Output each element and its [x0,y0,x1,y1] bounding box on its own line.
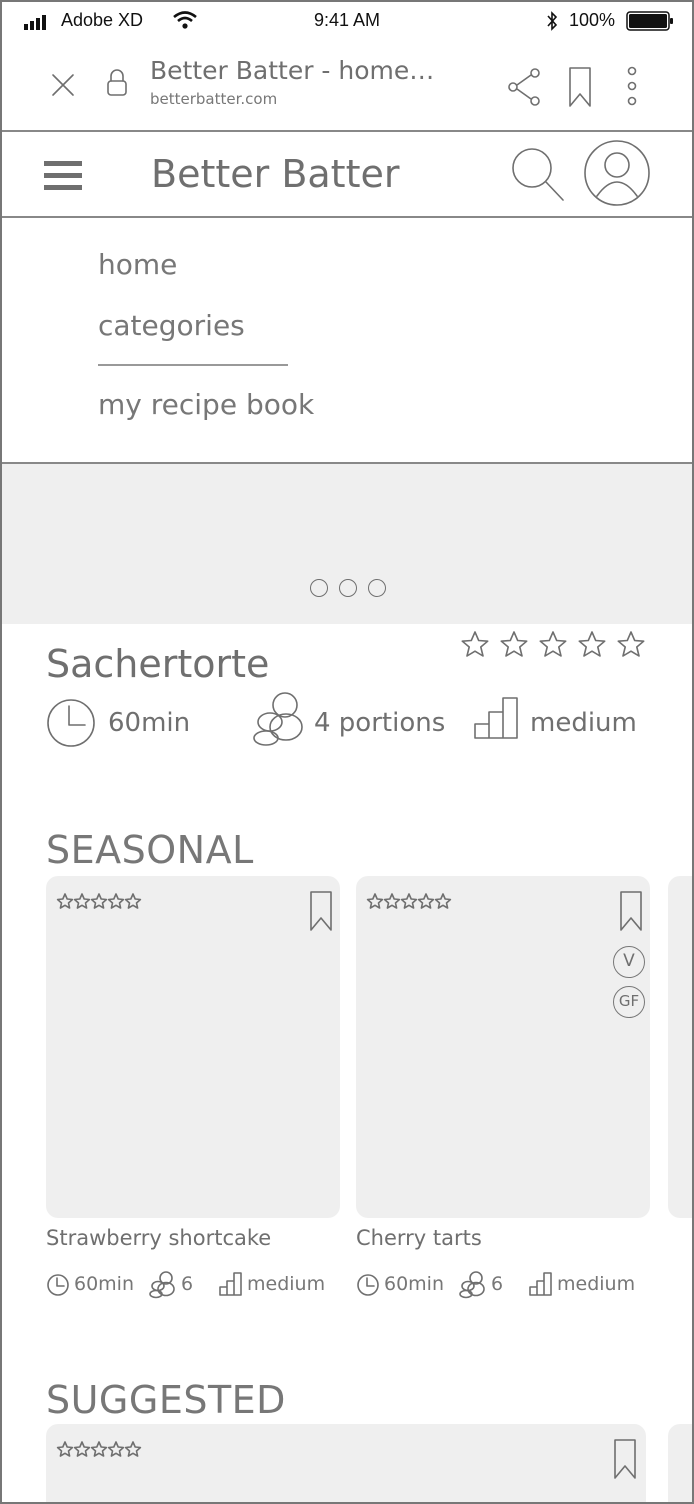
card-bookmark-icon[interactable] [612,1438,638,1480]
clock-icon [47,1274,69,1296]
recipe-card-meta: 60min 6 medium [356,1271,650,1302]
carrier-label: Adobe XD [61,10,144,30]
nav-menu: home categories my recipe book [2,218,692,464]
wifi-icon [173,11,197,29]
url-label[interactable]: betterbatter.com [150,90,277,108]
clock-icon [47,699,95,747]
hamburger-menu-icon[interactable] [44,159,84,193]
card-star-rating-icon [56,893,142,909]
card-bookmark-icon[interactable] [618,890,644,932]
featured-time: 60min [108,708,191,738]
card-time: 60min [384,1273,445,1295]
featured-title: Sachertorte [46,642,270,686]
section-title-seasonal: SEASONAL [46,828,254,872]
recipe-card-image[interactable]: V GF [356,876,650,1218]
time-label: 9:41 AM [314,10,381,30]
vegan-badge: V [613,946,645,978]
section-title-suggested: SUGGESTED [46,1378,286,1422]
user-avatar-icon[interactable] [582,138,652,208]
card-star-rating-icon [366,893,452,909]
card-servings: 6 [491,1273,504,1295]
signal-icon [24,15,46,30]
menu-item-categories[interactable]: categories [98,309,245,342]
page-title: Better Batter - home… [150,56,435,85]
clock-icon [357,1274,379,1296]
recipe-card-title[interactable]: Cherry tarts [356,1226,482,1250]
portions-icon [459,1271,485,1299]
portions-icon [149,1271,175,1299]
card-difficulty: medium [557,1273,636,1295]
bluetooth-icon [547,11,558,31]
difficulty-icon [474,697,518,739]
menu-item-home[interactable]: home [98,248,177,281]
difficulty-icon [219,1272,242,1296]
brand-title: Better Batter [151,152,400,196]
bookmark-icon[interactable] [566,66,594,108]
lock-icon [107,69,127,96]
carousel-dot-1[interactable] [310,579,328,597]
card-difficulty: medium [247,1273,326,1295]
share-icon[interactable] [507,67,543,107]
portions-icon [253,692,303,746]
search-icon[interactable] [510,146,566,204]
recipe-card-title[interactable]: Strawberry shortcake [46,1226,271,1250]
more-vert-icon[interactable] [622,66,642,108]
menu-item-my-recipe-book[interactable]: my recipe book [98,388,314,421]
card-servings: 6 [181,1273,194,1295]
browser-bar: Better Batter - home… betterbatter.com [2,42,692,132]
suggested-card-image[interactable] [46,1424,646,1502]
status-bar: Adobe XD 9:41 AM 100% [2,2,692,42]
suggested-card-image[interactable] [668,1424,692,1502]
featured-portions: 4 portions [314,708,446,738]
recipe-card-image[interactable] [668,876,692,1218]
featured-difficulty: medium [530,708,637,738]
recipe-card-meta: 60min 6 medium [46,1271,340,1302]
battery-label: 100% [569,10,616,30]
card-star-rating-icon [56,1441,142,1457]
app-header: Better Batter [2,132,692,218]
carousel-dot-3[interactable] [368,579,386,597]
battery-icon [626,11,673,31]
featured-recipe[interactable]: Sachertorte 60min 4 portions medium [2,624,692,794]
carousel-dot-2[interactable] [339,579,357,597]
recipe-card-image[interactable] [46,876,340,1218]
gluten-free-badge: GF [613,986,645,1018]
close-icon[interactable] [50,72,76,98]
menu-selected-underline [98,364,288,366]
difficulty-icon [529,1272,552,1296]
hero-carousel[interactable] [2,464,692,624]
star-rating-icon[interactable] [460,629,650,661]
app-frame: Adobe XD 9:41 AM 100% Better Batter - ho… [0,0,694,1504]
card-bookmark-icon[interactable] [308,890,334,932]
card-time: 60min [74,1273,135,1295]
